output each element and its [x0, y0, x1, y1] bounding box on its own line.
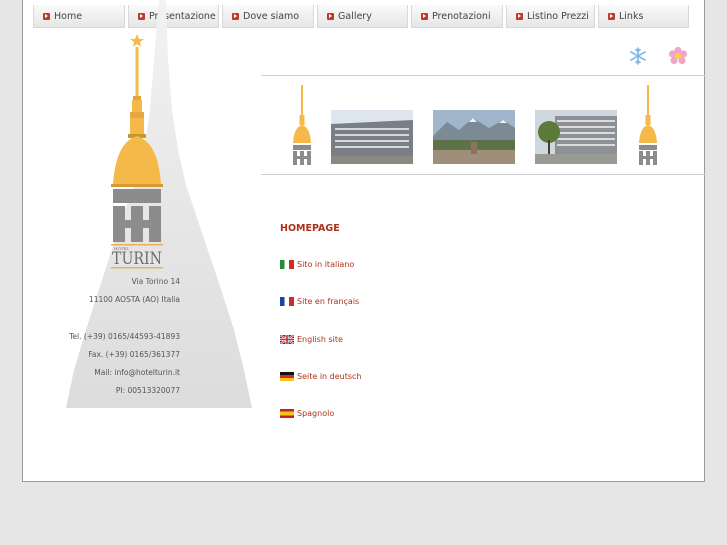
nav-listino-prezzi[interactable]: Listino Prezzi: [506, 5, 595, 28]
contact-tel: Tel. (+39) 0165/44593-41893: [69, 332, 180, 341]
page-title: HOMEPAGE: [280, 223, 340, 234]
contact-mail[interactable]: Mail: info@hotelturin.it: [94, 368, 180, 377]
lang-link-french[interactable]: Site en français: [280, 297, 359, 306]
lang-label: Sito in italiano: [297, 260, 355, 269]
nav-links[interactable]: Links: [598, 5, 689, 28]
mini-tower-logo-icon: [293, 85, 311, 165]
logo-text: TURIN: [112, 249, 162, 269]
flower-icon[interactable]: [668, 46, 688, 66]
lang-label: Spagnolo: [297, 409, 335, 418]
lang-link-german[interactable]: Seite in deutsch: [280, 372, 362, 381]
lang-link-spanish[interactable]: Spagnolo: [280, 409, 334, 418]
lang-link-english[interactable]: English site: [280, 335, 343, 344]
divider: [261, 75, 705, 76]
uk-flag-icon: [280, 335, 294, 344]
germany-flag-icon: [280, 372, 294, 381]
address-city: 11100 AOSTA (AO) Italia: [88, 295, 180, 304]
mountain-view-thumbnail[interactable]: [433, 110, 515, 164]
divider: [261, 174, 705, 175]
address-street: Via Torino 14: [131, 277, 180, 286]
contact-pi: PI: 00513320077: [115, 386, 180, 395]
france-flag-icon: [280, 297, 294, 306]
nav-label: Prenotazioni: [432, 10, 491, 22]
contact-fax: Fax. (+39) 0165/361377: [88, 350, 180, 359]
nav-label: Gallery: [338, 10, 372, 22]
nav-gallery[interactable]: Gallery: [317, 5, 408, 28]
snowflake-icon[interactable]: [628, 46, 648, 66]
nav-label: Listino Prezzi: [527, 10, 589, 22]
arrow-bullet-icon: [608, 12, 615, 20]
arrow-bullet-icon: [516, 12, 523, 20]
arrow-bullet-icon: [421, 12, 428, 20]
spain-flag-icon: [280, 409, 294, 418]
arrow-bullet-icon: [43, 12, 50, 20]
hotel-facade-thumbnail[interactable]: [535, 110, 617, 164]
lang-label: English site: [297, 335, 343, 344]
nav-prenotazioni[interactable]: Prenotazioni: [411, 5, 503, 28]
hotel-photo-thumbnail[interactable]: [331, 110, 413, 164]
lang-link-italian[interactable]: Sito in italiano: [280, 260, 354, 269]
italy-flag-icon: [280, 260, 294, 269]
nav-label: Links: [619, 10, 644, 22]
lang-label: Seite in deutsch: [297, 372, 362, 381]
lang-label: Site en français: [297, 297, 360, 306]
arrow-bullet-icon: [327, 12, 334, 20]
mini-tower-logo-icon: [639, 85, 657, 165]
hotel-turin-logo: HOTEL TURIN: [111, 34, 163, 269]
